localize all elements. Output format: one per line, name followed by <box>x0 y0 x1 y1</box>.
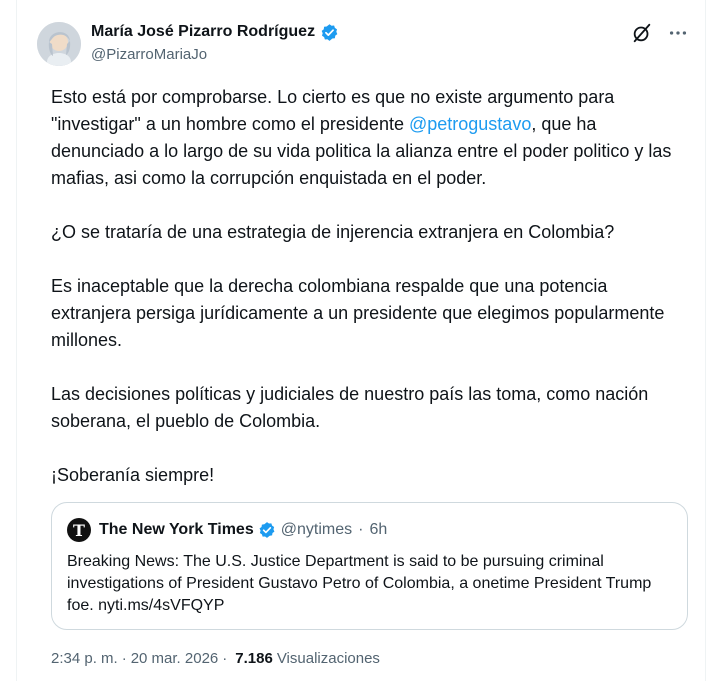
views-count[interactable]: 7.186 <box>235 650 273 667</box>
tweet-date[interactable]: 20 mar. 2026 <box>131 650 219 667</box>
tweet-actions-top <box>631 22 689 44</box>
quoted-separator: · <box>358 521 364 538</box>
nyt-logo-icon: T <box>67 518 91 542</box>
tweet-paragraph-1: Esto está por comprobarse. Lo cierto es … <box>51 84 677 192</box>
tweet-paragraph-5: ¡Soberanía siempre! <box>51 462 677 489</box>
avatar[interactable] <box>37 22 81 66</box>
quoted-author-name: The New York Times <box>99 521 254 538</box>
colombia-flag-icon <box>221 467 243 483</box>
tweet-time[interactable]: 2:34 p. m. <box>51 650 118 667</box>
tweet-paragraph-3: Es inaceptable que la derecha colombiana… <box>51 276 665 350</box>
quoted-tweet-text: Breaking News: The U.S. Justice Departme… <box>67 553 652 614</box>
tweet-header: María José Pizarro Rodríguez @PizarroMar… <box>33 20 689 72</box>
tweet-paragraph-4: Las decisiones políticas y judiciales de… <box>51 384 649 431</box>
author-name[interactable]: María José Pizarro Rodríguez <box>91 22 315 42</box>
tweet-card: María José Pizarro Rodríguez @PizarroMar… <box>16 0 706 681</box>
meta-separator: · <box>222 650 228 667</box>
tweet-paragraph-2: ¿O se trataría de una estrategia de inje… <box>51 222 615 242</box>
verified-badge-icon[interactable] <box>320 23 339 42</box>
author-handle[interactable]: @PizarroMariaJo <box>91 45 339 65</box>
quoted-tweet-header: T The New York Times @nytimes · 6h <box>67 518 387 542</box>
verified-badge-icon <box>258 521 277 540</box>
grok-icon[interactable] <box>631 22 653 44</box>
tweet-meta: 2:34 p. m. · 20 mar. 2026 · 7.186 Visual… <box>51 650 380 667</box>
mention-link[interactable]: @petrogustavo <box>409 114 531 134</box>
quoted-tweet[interactable]: T The New York Times @nytimes · 6h Break… <box>51 502 688 630</box>
tweet-text: Esto está por comprobarse. Lo cierto es … <box>51 84 677 516</box>
views-label: Visualizaciones <box>276 650 380 667</box>
quoted-author-handle: @nytimes <box>280 521 353 538</box>
meta-separator: · <box>121 650 127 667</box>
quoted-time: 6h <box>369 521 388 538</box>
paragraph-5-text: ¡Soberanía siempre! <box>51 465 215 485</box>
more-options-icon[interactable] <box>667 22 689 44</box>
author-block: María José Pizarro Rodríguez @PizarroMar… <box>91 22 339 65</box>
